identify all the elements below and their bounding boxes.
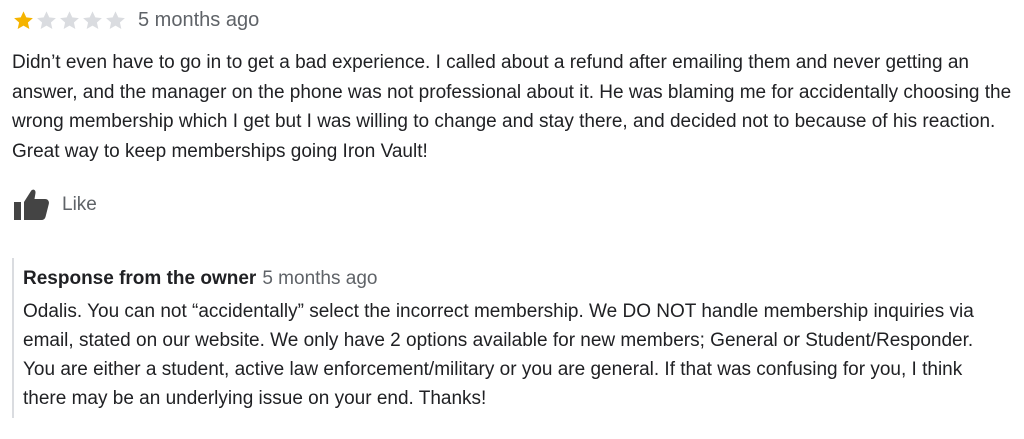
rating-row: 5 months ago [12, 7, 259, 33]
star-icon [106, 10, 125, 29]
star-icon [83, 10, 102, 29]
like-label: Like [62, 194, 97, 215]
owner-response-text: Odalis. You can not “accidentally” selec… [23, 301, 974, 409]
review-timestamp: 5 months ago [138, 9, 260, 31]
owner-response-timestamp: 5 months ago [262, 268, 378, 289]
review-text: Didn’t even have to go in to get a bad e… [12, 52, 1012, 162]
owner-response-header: Response from the owner 5 months ago [23, 266, 377, 292]
star-rating [12, 9, 127, 32]
owner-response-title: Response from the owner [23, 268, 257, 289]
like-button[interactable]: Like [12, 185, 97, 225]
star-icon [60, 10, 79, 29]
owner-response: Response from the owner 5 months ago Odal… [12, 258, 1014, 418]
star-icon [14, 10, 33, 29]
thumbs-up-icon [14, 189, 49, 220]
star-icon [37, 10, 56, 29]
